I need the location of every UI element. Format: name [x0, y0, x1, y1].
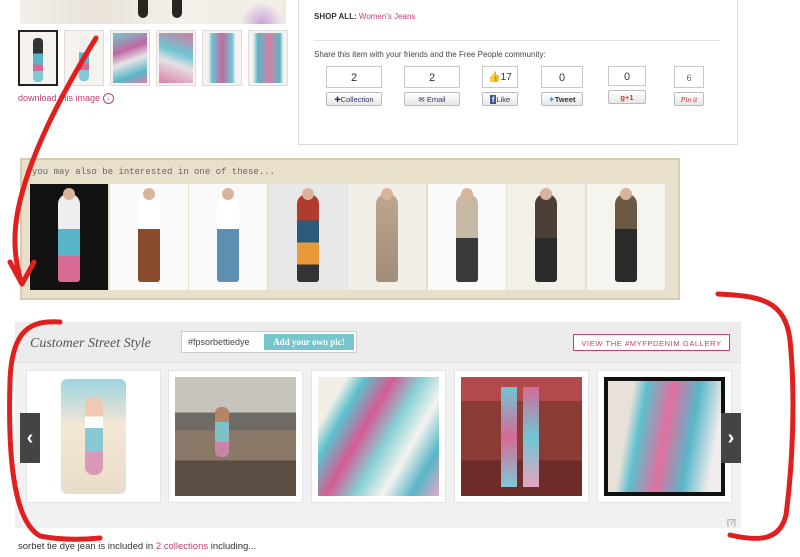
street-style-title: Customer Street Style [30, 336, 151, 351]
facebook-like-button[interactable]: f Like [482, 92, 518, 106]
share-count: 17 [500, 72, 512, 83]
share-collection[interactable]: 2 ✚Collection [326, 66, 382, 106]
share-email[interactable]: 2 ✉ Email [404, 66, 460, 106]
share-prompt: Share this item with your friends and th… [314, 50, 546, 59]
model-outfit [614, 194, 637, 282]
view-gallery-button[interactable]: VIEW THE #MYFPDENIM GALLERY [573, 334, 730, 351]
share-count: 2 [404, 66, 460, 88]
street-photo-card[interactable] [454, 370, 589, 503]
share-count: 0 [541, 66, 583, 88]
thumbs-up-icon: 👍 [488, 72, 501, 83]
download-image-link[interactable]: download this image ↓ [18, 93, 115, 105]
related-product-image[interactable] [507, 184, 585, 290]
facebook-like-count: 👍17 [482, 66, 518, 88]
related-product-image[interactable] [189, 184, 267, 290]
download-label: download this image [18, 93, 101, 103]
related-product-image[interactable] [348, 184, 426, 290]
product-thumbnail[interactable] [64, 30, 104, 86]
model-foot [138, 0, 148, 18]
model-outfit [217, 194, 239, 282]
related-product-image[interactable] [427, 184, 506, 290]
share-facebook[interactable]: 👍17 f Like [482, 66, 518, 106]
share-count: 2 [326, 66, 382, 88]
collection-button[interactable]: ✚Collection [326, 92, 382, 106]
carousel-prev-button[interactable]: ‹ [20, 413, 40, 463]
model-outfit [376, 194, 398, 282]
add-your-pic-button[interactable]: Add your own pic! [264, 334, 354, 350]
tweet-label: Tweet [554, 95, 576, 104]
street-photo-card[interactable] [26, 370, 161, 503]
related-product-image[interactable] [586, 184, 665, 290]
model-outfit [137, 194, 160, 282]
tweet-button[interactable]: ✦Tweet [541, 92, 583, 106]
related-products-title: you may also be interested in one of the… [32, 167, 276, 177]
related-product-image[interactable] [268, 184, 347, 290]
shop-all-label: SHOP ALL: [314, 12, 357, 21]
google-plus-button[interactable]: g+1 [608, 90, 646, 104]
collections-note: sorbet tie dye jean is included in 2 col… [18, 541, 256, 552]
product-thumbnails [18, 30, 288, 88]
share-twitter[interactable]: 0 ✦Tweet [541, 66, 583, 106]
product-thumbnail[interactable] [202, 30, 242, 86]
collections-text: sorbet tie dye jean is included in [18, 541, 156, 552]
related-product-image[interactable] [30, 184, 108, 290]
product-thumbnail[interactable] [110, 30, 150, 86]
model-outfit [455, 194, 478, 282]
product-thumbnail[interactable] [156, 30, 196, 86]
envelope-icon: ✉ [418, 95, 425, 104]
model-outfit [58, 194, 80, 282]
model-head [619, 188, 632, 200]
model-head [381, 188, 393, 200]
street-photo-card[interactable] [597, 370, 732, 503]
model-head [540, 188, 552, 200]
carousel-next-button[interactable]: › [721, 413, 741, 463]
plus-one-label: +1 [625, 93, 634, 102]
divider [314, 40, 720, 41]
model-head [142, 188, 155, 200]
model-outfit [296, 194, 319, 282]
collection-label: Collection [340, 95, 374, 104]
pinterest-icon[interactable]: Pin it [674, 92, 704, 106]
model-outfit [535, 194, 557, 282]
hashtag-text: #fpsorbettiedye [188, 337, 250, 347]
help-link[interactable]: [?] [727, 518, 736, 527]
share-pinterest[interactable]: 6 Pin it [674, 66, 704, 106]
product-thumbnail[interactable] [18, 30, 58, 86]
email-label: Email [426, 95, 446, 104]
street-photo-card[interactable] [311, 370, 446, 503]
email-button[interactable]: ✉ Email [404, 92, 460, 106]
street-photo-card[interactable] [168, 370, 303, 503]
model-foot [172, 0, 182, 18]
like-label: Like [496, 95, 511, 104]
related-product-image[interactable] [109, 184, 188, 290]
product-thumbnail[interactable] [248, 30, 288, 86]
model-head [222, 188, 234, 200]
model-head [460, 188, 473, 200]
share-count: 0 [608, 66, 646, 86]
download-icon: ↓ [103, 93, 115, 105]
product-main-image [20, 0, 286, 24]
share-google-plus[interactable]: 0 g+1 [608, 66, 646, 104]
model-head [63, 188, 75, 200]
collections-text-end: including... [208, 541, 257, 552]
shop-all-link[interactable]: Women's Jeans [359, 12, 416, 21]
model-head [301, 188, 314, 200]
decorative-feather [242, 0, 282, 24]
collections-link[interactable]: 2 collections [156, 541, 208, 552]
share-count: 6 [674, 66, 704, 88]
shop-all: SHOP ALL: Women's Jeans [314, 12, 415, 21]
